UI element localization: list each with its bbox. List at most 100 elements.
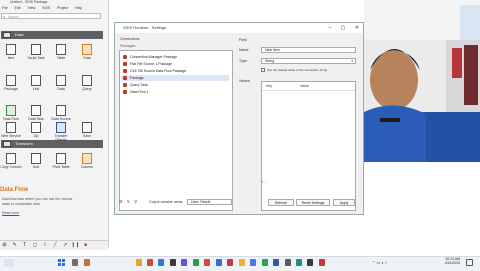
tool-transfer-objects[interactable]: Transfer Objects (50, 120, 72, 142)
package-list: Connection Manager Package Flat File Sou… (119, 50, 233, 211)
menu-icon[interactable]: ☰ (119, 199, 123, 204)
edit-icon[interactable]: ✎ (127, 199, 130, 204)
tool-item[interactable]: Item (0, 42, 22, 64)
values-grid: Key Value (261, 81, 356, 211)
zip-icon (31, 122, 41, 133)
read-more-link[interactable]: Read more (2, 211, 19, 215)
app-title: Untitled - SSIS Package (10, 0, 48, 4)
add-remove-buttons[interactable]: + - (261, 179, 266, 184)
tool-data-2[interactable]: Data (50, 73, 72, 95)
app-icon[interactable] (319, 259, 325, 266)
app-icon[interactable] (307, 259, 313, 266)
tool-link[interactable]: Link (25, 73, 47, 95)
tool-zip[interactable]: Zip (25, 120, 47, 142)
section-header-data[interactable]: Data (1, 31, 103, 39)
stop-icon[interactable]: ■ (81, 242, 90, 249)
tool-column[interactable]: Column (76, 151, 98, 173)
tool-script-task[interactable]: Script Task (25, 42, 47, 64)
flow-icon (6, 105, 16, 116)
list-item[interactable]: Flat File Source 1 Package (123, 61, 172, 67)
app-icon[interactable] (216, 259, 222, 266)
edge-icon[interactable] (158, 259, 164, 266)
notification-icon[interactable] (466, 259, 473, 266)
field-section-label: Field (239, 38, 247, 42)
pause-icon[interactable]: ❙❙ (71, 242, 80, 249)
pivot-icon (56, 153, 66, 164)
pin-icon[interactable]: ⚲ (134, 199, 137, 204)
app-icon[interactable] (204, 259, 210, 266)
app-icon[interactable] (147, 259, 153, 266)
reset-settings-button[interactable]: Reset Settings (296, 199, 330, 206)
widgets-icon[interactable] (4, 259, 14, 267)
close-icon[interactable]: ✕ (355, 25, 359, 31)
tool-save[interactable]: Save (76, 120, 98, 142)
tool-copy-column[interactable]: Copy Column (0, 151, 22, 173)
menu-file[interactable]: File (2, 6, 8, 10)
app-icon[interactable] (285, 259, 291, 266)
dialog-title: SSIS Runtime - Settings (123, 25, 167, 30)
select-tool-icon[interactable]: ⊞ (0, 242, 9, 249)
toolbox-search-input[interactable]: Search (1, 13, 101, 19)
link-icon (31, 75, 41, 86)
menu-ssis[interactable]: SSIS (42, 6, 50, 10)
list-item[interactable]: Data Flow 1 (123, 89, 149, 95)
text-tool-icon[interactable]: T (20, 242, 29, 249)
chevron-down-icon: ▾ (351, 59, 353, 63)
app-icon[interactable] (239, 259, 245, 266)
app-icon[interactable] (273, 259, 279, 266)
tool-pivot-table[interactable]: Pivot Table (50, 151, 72, 173)
tool-sort[interactable]: Sort (25, 151, 47, 173)
tool-package[interactable]: Package (0, 73, 22, 95)
start-icon[interactable] (58, 259, 65, 266)
output-variable-label: Output variable name: (149, 200, 184, 204)
app-icon[interactable] (84, 259, 90, 266)
transform-icon (3, 141, 11, 147)
package-icon (123, 90, 127, 95)
tool-table[interactable]: Table (50, 42, 72, 64)
arrow-tool-icon[interactable]: ➚ (61, 242, 70, 249)
clock[interactable]: 10:24 AM 4/11/2024 (430, 257, 460, 265)
list-item-selected[interactable]: Package (121, 75, 229, 81)
grid-header-divider (262, 90, 355, 91)
tool-query[interactable]: Query (76, 73, 98, 95)
app-icon[interactable] (227, 259, 233, 266)
description-line-1: Data flow task where you can use the var… (2, 197, 73, 201)
list-item[interactable]: Query Task (123, 82, 148, 88)
app-icon[interactable] (193, 259, 199, 266)
refresh-button[interactable]: Refresh (268, 199, 294, 206)
list-item[interactable]: OLE DB Source Data Flow Package (123, 68, 186, 74)
pen-tool-icon[interactable]: ✎ (10, 242, 19, 249)
tray-icons[interactable]: ⌃ ▭ ◖ ⌁ (372, 260, 387, 265)
section-label: Transform (15, 141, 34, 146)
search-taskbar-icon[interactable] (72, 259, 78, 266)
chrome-icon[interactable] (262, 259, 268, 266)
file-explorer-icon[interactable] (136, 259, 142, 266)
menu-help[interactable]: Help (75, 6, 82, 10)
sort-icon (31, 153, 41, 164)
menu-edit[interactable]: Edit (15, 6, 21, 10)
marker-tool-icon[interactable]: ⌇ (41, 242, 50, 249)
name-input[interactable]: New Item (261, 47, 356, 53)
app-icon[interactable] (250, 259, 256, 266)
maximize-icon[interactable]: ▢ (341, 25, 346, 31)
apply-button[interactable]: Apply (333, 199, 355, 206)
app-icon[interactable] (296, 259, 302, 266)
tool-web-service[interactable]: Web Service (0, 120, 22, 142)
column-header-key: Key (266, 84, 273, 88)
query-icon (82, 75, 92, 86)
list-item[interactable]: Connection Manager Package (123, 54, 177, 60)
line-tool-icon[interactable]: ╱ (51, 242, 60, 249)
output-variable-input[interactable]: User::Result (187, 199, 232, 205)
annotation-toolbar: ⊞ ✎ T ◻ ⌇ ╱ ➚ ❙❙ ■ (0, 240, 108, 250)
description-line-2: tasks to manipulate data (2, 202, 40, 206)
default-value-checkbox[interactable] (261, 68, 265, 72)
teams-icon[interactable] (181, 259, 187, 266)
tool-data[interactable]: Data (76, 42, 98, 64)
minimize-icon[interactable]: – (329, 25, 332, 31)
shape-tool-icon[interactable]: ◻ (30, 242, 39, 249)
app-icon[interactable] (170, 259, 176, 266)
menu-view[interactable]: View (28, 6, 36, 10)
menu-project[interactable]: Project (57, 6, 68, 10)
type-select[interactable]: String ▾ (261, 58, 356, 64)
section-header-transform[interactable]: Transform (1, 140, 103, 148)
